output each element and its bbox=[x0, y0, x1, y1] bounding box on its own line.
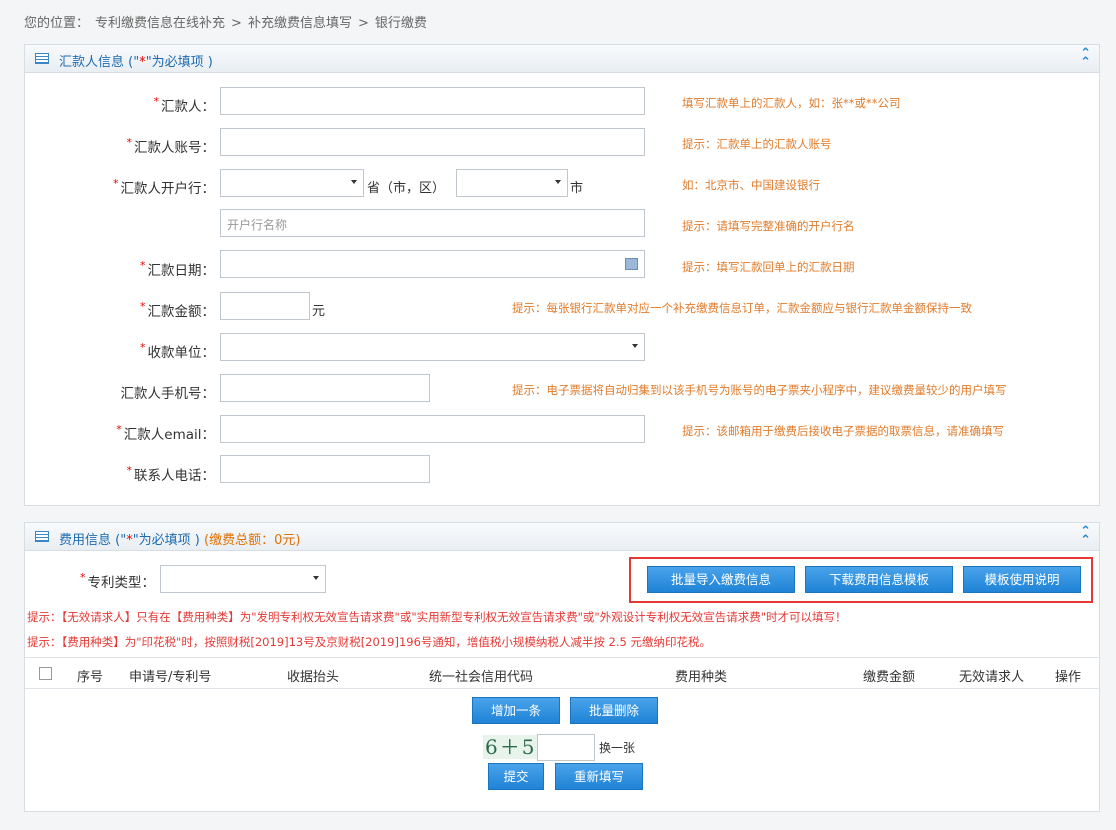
phone-label: 汇款人手机号： bbox=[120, 386, 216, 402]
amount-label: * 汇款金额： bbox=[140, 300, 215, 320]
account-input[interactable] bbox=[220, 128, 645, 156]
fee-total: (缴费总额：0元) bbox=[204, 533, 301, 548]
captcha-input[interactable] bbox=[537, 734, 595, 761]
breadcrumb-link-supplement[interactable]: 专利缴费信息在线补充 bbox=[95, 16, 225, 31]
list-icon bbox=[35, 531, 49, 542]
payee-label: * 收款单位： bbox=[140, 341, 215, 361]
chevron-down-icon bbox=[351, 180, 357, 184]
email-label: * 汇款人email： bbox=[116, 423, 215, 443]
remitter-label: * 汇款人： bbox=[153, 95, 216, 115]
invalid-requester-warning: 提示：【无效请求人】只有在【费用种类】为"发明专利权无效宣告请求费"或"实用新型… bbox=[27, 610, 847, 624]
remitter-panel: 汇款人信息 ("*"为必填项 ) ⌃ ⌃ * 汇款人： 填写汇款单上的汇款人，如：张… bbox=[24, 44, 1100, 506]
fee-panel-title: 费用信息 ("*"为必填项 ) (缴费总额：0元) bbox=[59, 533, 301, 548]
column-header: 收据抬头 bbox=[287, 670, 340, 685]
contact-input[interactable] bbox=[220, 455, 430, 483]
payee-select[interactable] bbox=[220, 333, 645, 361]
breadcrumb-current: 银行缴费 bbox=[374, 16, 427, 31]
patent-type-select[interactable] bbox=[160, 565, 326, 593]
bank-name-hint: 提示：请填写完整准确的开户行名 bbox=[682, 219, 855, 233]
email-input[interactable] bbox=[220, 415, 645, 443]
remitter-hint: 填写汇款单上的汇款人，如：张**或**公司 bbox=[682, 96, 901, 110]
breadcrumb: 您的位置： 专利缴费信息在线补充 > 补充缴费信息填写 > 银行缴费 bbox=[24, 12, 433, 31]
collapse-icon[interactable]: ⌃ ⌃ bbox=[1080, 47, 1091, 69]
select-all-checkbox[interactable] bbox=[39, 667, 52, 680]
breadcrumb-link-fill[interactable]: 补充缴费信息填写 bbox=[248, 16, 352, 31]
column-header: 无效请求人 bbox=[959, 670, 1025, 685]
phone-hint: 提示：电子票据将自动归集到以该手机号为账号的电子票夹小程序中，建议缴费量较少的用… bbox=[512, 383, 1007, 397]
column-header: 缴费金额 bbox=[863, 670, 916, 685]
amount-unit: 元 bbox=[312, 304, 326, 319]
patent-type-label: * 专利类型： bbox=[80, 571, 155, 591]
breadcrumb-separator: > bbox=[357, 16, 369, 31]
chevron-down-icon bbox=[313, 576, 319, 580]
column-header: 统一社会信用代码 bbox=[429, 670, 534, 685]
breadcrumb-prefix: 您的位置： bbox=[24, 16, 90, 31]
column-header: 申请号/专利号 bbox=[129, 670, 212, 685]
template-guide-button[interactable]: 模板使用说明 bbox=[963, 566, 1081, 593]
phone-input[interactable] bbox=[220, 374, 430, 402]
city-select[interactable] bbox=[456, 169, 568, 197]
captcha-refresh-link[interactable]: 换一张 bbox=[599, 739, 635, 756]
remitter-panel-header: 汇款人信息 ("*"为必填项 ) ⌃ ⌃ bbox=[25, 45, 1099, 73]
bank-label: * 汇款人开户行： bbox=[113, 177, 215, 197]
province-select[interactable] bbox=[220, 169, 364, 197]
add-row-button[interactable]: 增加一条 bbox=[472, 697, 560, 724]
download-template-button[interactable]: 下载费用信息模板 bbox=[805, 566, 953, 593]
batch-delete-button[interactable]: 批量删除 bbox=[570, 697, 658, 724]
date-hint: 提示：填写汇款回单上的汇款日期 bbox=[682, 260, 855, 274]
date-label: * 汇款日期： bbox=[140, 259, 215, 279]
fee-table-header: 序号 申请号/专利号 收据抬头 统一社会信用代码 费用种类 缴费金额 无效请求人… bbox=[25, 657, 1099, 689]
account-hint: 提示：汇款单上的汇款人账号 bbox=[682, 137, 832, 151]
date-input[interactable] bbox=[220, 250, 645, 278]
submit-button[interactable]: 提交 bbox=[488, 763, 544, 790]
fee-panel: 费用信息 ("*"为必填项 ) (缴费总额：0元) ⌃ ⌃ * 专利类型： 批量导入… bbox=[24, 522, 1100, 812]
captcha-image: 6＋5 bbox=[483, 735, 539, 759]
breadcrumb-separator: > bbox=[231, 16, 242, 31]
email-hint: 提示：该邮箱用于缴费后接收电子票据的取票信息，请准确填写 bbox=[682, 424, 1004, 438]
province-unit: 省（市，区） bbox=[367, 181, 446, 196]
column-header: 操作 bbox=[1055, 670, 1082, 685]
remitter-input[interactable] bbox=[220, 87, 645, 115]
column-header: 费用种类 bbox=[675, 670, 728, 685]
city-unit: 市 bbox=[570, 181, 584, 196]
bank-hint: 如：北京市、中国建设银行 bbox=[682, 178, 820, 192]
bank-name-input[interactable]: 开户行名称 bbox=[220, 209, 645, 237]
contact-label: * 联系人电话： bbox=[126, 464, 216, 484]
reset-button[interactable]: 重新填写 bbox=[555, 763, 643, 790]
calendar-icon[interactable] bbox=[625, 258, 638, 270]
list-icon bbox=[35, 53, 49, 64]
fee-panel-header: 费用信息 ("*"为必填项 ) (缴费总额：0元) ⌃ ⌃ bbox=[25, 523, 1099, 551]
column-header: 序号 bbox=[77, 670, 104, 685]
stamp-tax-warning: 提示：【费用种类】为"印花税"时，按照财税[2019]13号及京财税[2019]… bbox=[27, 635, 711, 649]
account-label: * 汇款人账号： bbox=[126, 136, 216, 156]
amount-input[interactable] bbox=[220, 292, 310, 320]
chevron-down-icon bbox=[632, 344, 638, 348]
chevron-down-icon bbox=[555, 180, 561, 184]
amount-hint: 提示：每张银行汇款单对应一个补充缴费信息订单，汇款金额应与银行汇款单金额保持一致 bbox=[512, 301, 972, 315]
import-fees-button[interactable]: 批量导入缴费信息 bbox=[647, 566, 795, 593]
remitter-panel-title: 汇款人信息 ("*"为必填项 ) bbox=[59, 55, 213, 70]
collapse-icon[interactable]: ⌃ ⌃ bbox=[1080, 525, 1091, 547]
